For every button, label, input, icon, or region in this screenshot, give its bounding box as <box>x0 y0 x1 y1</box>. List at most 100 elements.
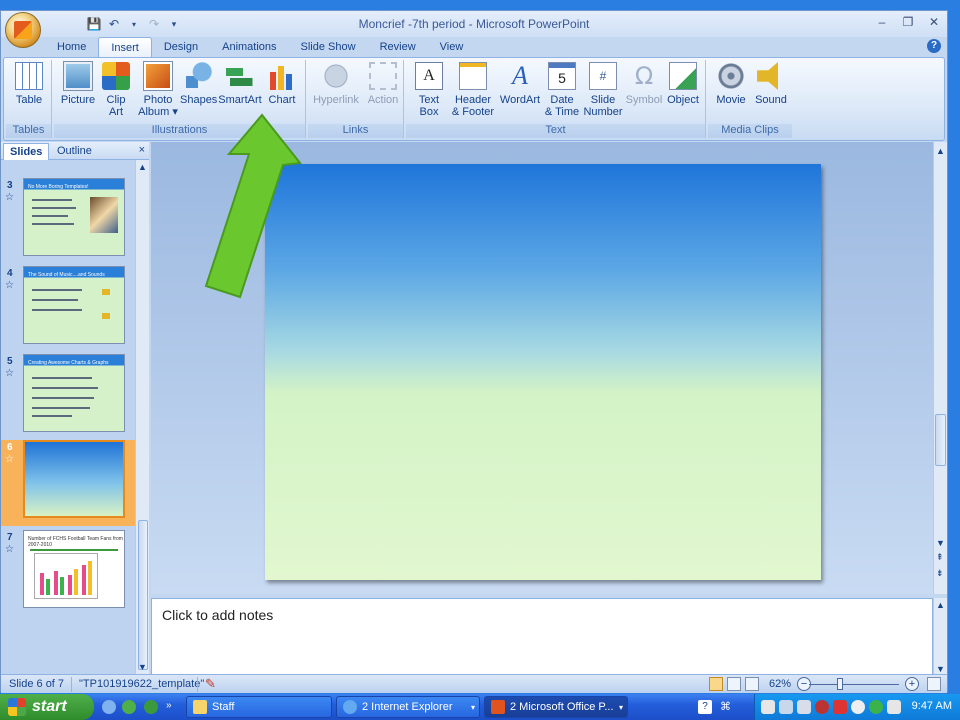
chart-button[interactable]: Chart <box>264 62 300 122</box>
scrollbar-thumb[interactable] <box>935 414 946 466</box>
action-button[interactable]: Action <box>364 62 402 122</box>
slide-thumbnail-row[interactable]: 7 ☆ Number of FCHS Football Team Fans fr… <box>1 530 135 616</box>
object-button[interactable]: Object <box>664 62 702 122</box>
tab-home[interactable]: Home <box>45 37 98 57</box>
scroll-down-icon[interactable]: ▼ <box>138 662 147 672</box>
start-button[interactable]: start <box>0 694 94 720</box>
refresh-icon[interactable] <box>122 700 136 714</box>
picture-button[interactable]: Picture <box>58 62 98 122</box>
shapes-button[interactable]: Shapes <box>180 62 217 122</box>
close-icon[interactable]: × <box>139 144 145 156</box>
header-footer-button[interactable]: Header & Footer <box>450 62 496 122</box>
tab-slides[interactable]: Slides <box>3 143 50 160</box>
tab-design[interactable]: Design <box>152 37 210 57</box>
slide-show-view-button[interactable] <box>745 677 759 691</box>
shield-icon[interactable] <box>144 700 158 714</box>
spelling-check-icon[interactable]: ✎ <box>205 676 216 692</box>
sound-button[interactable]: Sound <box>752 62 790 122</box>
start-label: start <box>32 698 67 715</box>
notes-placeholder[interactable]: Click to add notes <box>162 607 273 623</box>
folder-icon <box>193 700 207 714</box>
volume-icon[interactable] <box>797 700 811 714</box>
clip-art-button[interactable]: Clip Art <box>100 62 132 122</box>
zoom-level[interactable]: 62% <box>769 678 791 690</box>
tab-review[interactable]: Review <box>368 37 428 57</box>
security-icon[interactable] <box>815 700 829 714</box>
taskbar-item-internet-explorer[interactable]: 2 Internet Explorer ▾ <box>336 696 480 718</box>
scroll-up-icon[interactable]: ▲ <box>936 146 945 156</box>
date-time-button[interactable]: 5 Date & Time <box>544 62 580 122</box>
office-button[interactable] <box>5 12 41 48</box>
tab-animations[interactable]: Animations <box>210 37 288 57</box>
taskbar-item-staff[interactable]: Staff <box>186 696 332 718</box>
table-button[interactable]: Table <box>10 62 48 122</box>
slide-sorter-view-button[interactable] <box>727 677 741 691</box>
slide-thumbnail-row-selected[interactable]: 6 ☆ <box>1 440 135 526</box>
slide-number-icon: # <box>589 62 617 90</box>
restore-button[interactable]: ❐ <box>899 13 917 31</box>
current-slide[interactable] <box>265 164 821 580</box>
scroll-up-icon[interactable]: ▲ <box>936 600 945 610</box>
tab-outline[interactable]: Outline <box>51 143 98 160</box>
thumbnail-title: Creating Awesome Charts & Graphs <box>28 360 109 366</box>
photo-album-button[interactable]: Photo Album ▾ <box>136 62 180 122</box>
tab-slide-show[interactable]: Slide Show <box>289 37 368 57</box>
tab-insert[interactable]: Insert <box>98 37 152 57</box>
picture-icon <box>64 62 92 90</box>
scroll-up-icon[interactable]: ▲ <box>138 162 147 172</box>
notes-pane[interactable]: Click to add notes <box>151 598 933 676</box>
notes-scrollbar[interactable]: ▲ ▼ <box>933 598 947 676</box>
next-slide-icon[interactable]: ⇟ <box>936 568 944 579</box>
more-icon[interactable]: » <box>166 700 180 714</box>
slide-number: 6 <box>7 442 13 453</box>
help-icon[interactable]: ? <box>698 700 712 714</box>
title-bar: 💾 ↶ ▾ ↷ ▾ Moncrief -7th period - Microso… <box>1 11 947 37</box>
slide-thumbnail[interactable] <box>23 440 125 518</box>
animation-star-icon: ☆ <box>5 454 14 465</box>
smartart-button[interactable]: SmartArt <box>218 62 262 122</box>
scroll-down-icon[interactable]: ▼ <box>936 538 945 548</box>
movie-button[interactable]: Movie <box>712 62 750 122</box>
wordart-button[interactable]: A WordArt <box>498 62 542 122</box>
language-icon[interactable]: ⌘ <box>720 700 734 714</box>
fit-to-window-button[interactable] <box>927 677 941 691</box>
photo-album-icon <box>144 62 172 90</box>
wireless-icon[interactable] <box>779 700 793 714</box>
zoom-slider[interactable] <box>809 684 899 685</box>
text-box-button[interactable]: A Text Box <box>412 62 446 122</box>
scroll-down-icon[interactable]: ▼ <box>936 664 945 674</box>
check-icon[interactable] <box>869 700 883 714</box>
slide-thumbnail-row[interactable]: 3 ☆ No More Boring Templates! <box>1 178 135 264</box>
windows-flag-icon <box>8 698 26 716</box>
previous-slide-icon[interactable]: ⇞ <box>936 552 944 563</box>
slide-scrollbar[interactable]: ▲ ▼ ⇞ ⇟ <box>933 142 947 594</box>
symbol-button[interactable]: Ω Symbol <box>624 62 664 122</box>
desktop-icon[interactable] <box>102 700 116 714</box>
close-button[interactable]: ✕ <box>925 13 943 31</box>
network-icon[interactable] <box>761 700 775 714</box>
animation-star-icon: ☆ <box>5 280 14 291</box>
slide-thumbnail[interactable]: The Sound of Music....and Sounds <box>23 266 125 344</box>
slides-pane-scrollbar[interactable]: ▲ ▼ <box>135 160 149 674</box>
hyperlink-button[interactable]: Hyperlink <box>310 62 362 122</box>
minimize-button[interactable]: – <box>873 13 891 31</box>
taskbar-item-powerpoint[interactable]: 2 Microsoft Office P... ▾ <box>484 696 628 718</box>
scrollbar-thumb[interactable] <box>138 520 148 670</box>
window-controls: – ❐ ✕ <box>873 13 943 31</box>
update-icon[interactable] <box>887 700 901 714</box>
slide-thumbnail[interactable]: Number of FCHS Football Team Fans from 2… <box>23 530 125 608</box>
slide-thumbnail[interactable]: Creating Awesome Charts & Graphs <box>23 354 125 432</box>
zoom-slider-handle[interactable] <box>837 678 843 690</box>
slide-number-button[interactable]: # Slide Number <box>582 62 624 122</box>
zoom-in-button[interactable]: + <box>905 677 919 691</box>
antivirus-icon[interactable] <box>851 700 865 714</box>
slide-thumbnail[interactable]: No More Boring Templates! <box>23 178 125 256</box>
close-icon[interactable] <box>833 700 847 714</box>
slide-thumbnail-row[interactable]: 4 ☆ The Sound of Music....and Sounds <box>1 266 135 352</box>
slide-thumbnail-row[interactable]: 5 ☆ Creating Awesome Charts & Graphs <box>1 354 135 440</box>
slide-number: 5 <box>7 356 13 367</box>
normal-view-button[interactable] <box>709 677 723 691</box>
text-box-icon: A <box>415 62 443 90</box>
help-icon[interactable]: ? <box>927 39 941 53</box>
tab-view[interactable]: View <box>428 37 476 57</box>
